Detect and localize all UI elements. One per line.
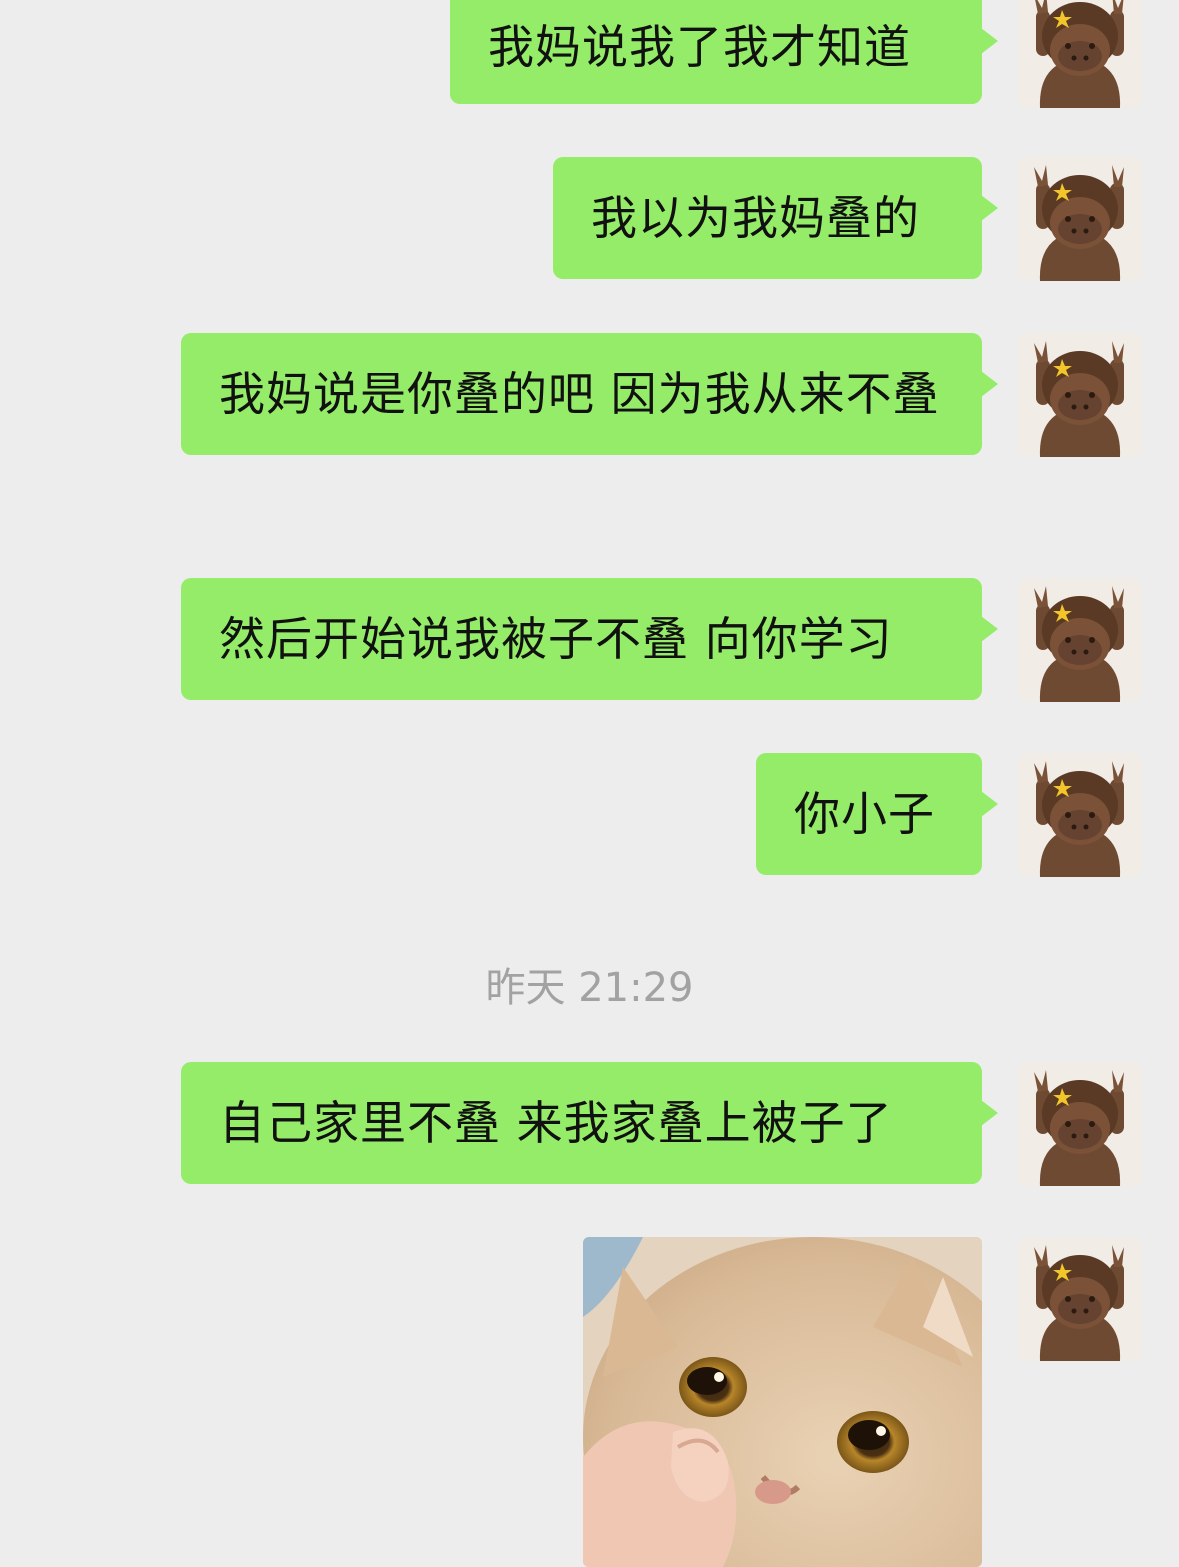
message-text: 我妈说是你叠的吧 因为我从来不叠 (219, 367, 940, 421)
user-avatar[interactable] (1018, 753, 1142, 877)
message-row: 自己家里不叠 来我家叠上被子了 (181, 1062, 1142, 1186)
user-avatar[interactable] (1018, 0, 1142, 108)
message-row: 我妈说是你叠的吧 因为我从来不叠 (181, 333, 1142, 457)
user-avatar[interactable] (1018, 1237, 1142, 1361)
image-message-row (583, 1237, 1142, 1567)
user-avatar[interactable] (1018, 1062, 1142, 1186)
avatar-icon (1018, 1062, 1142, 1186)
message-bubble[interactable]: 然后开始说我被子不叠 向你学习 (181, 578, 998, 700)
avatar-icon (1018, 578, 1142, 702)
message-row: 然后开始说我被子不叠 向你学习 (181, 578, 1142, 702)
avatar-icon (1018, 0, 1142, 108)
message-text: 自己家里不叠 来我家叠上被子了 (219, 1096, 893, 1150)
message-text: 你小子 (794, 787, 935, 841)
user-avatar[interactable] (1018, 578, 1142, 702)
message-bubble[interactable]: 你小子 (756, 753, 998, 875)
avatar-icon (1018, 1237, 1142, 1361)
message-text: 我以为我妈叠的 (591, 191, 920, 245)
image-message[interactable] (583, 1237, 982, 1567)
avatar-icon (1018, 157, 1142, 281)
user-avatar[interactable] (1018, 157, 1142, 281)
message-bubble[interactable]: 我妈说我了我才知道 (450, 0, 998, 104)
message-row: 你小子 (756, 753, 1142, 877)
user-avatar[interactable] (1018, 333, 1142, 457)
message-row: 我以为我妈叠的 (553, 157, 1142, 281)
avatar-icon (1018, 333, 1142, 457)
chat-timestamp: 昨天 21:29 (485, 965, 694, 1011)
message-bubble[interactable]: 我以为我妈叠的 (553, 157, 998, 279)
message-bubble[interactable]: 自己家里不叠 来我家叠上被子了 (181, 1062, 998, 1184)
message-text: 我妈说我了我才知道 (488, 20, 911, 74)
message-row: 我妈说我了我才知道 (450, 0, 1142, 108)
message-bubble[interactable]: 我妈说是你叠的吧 因为我从来不叠 (181, 333, 998, 455)
message-text: 然后开始说我被子不叠 向你学习 (219, 612, 893, 666)
cat-thumbs-up-image (583, 1237, 982, 1567)
avatar-icon (1018, 753, 1142, 877)
